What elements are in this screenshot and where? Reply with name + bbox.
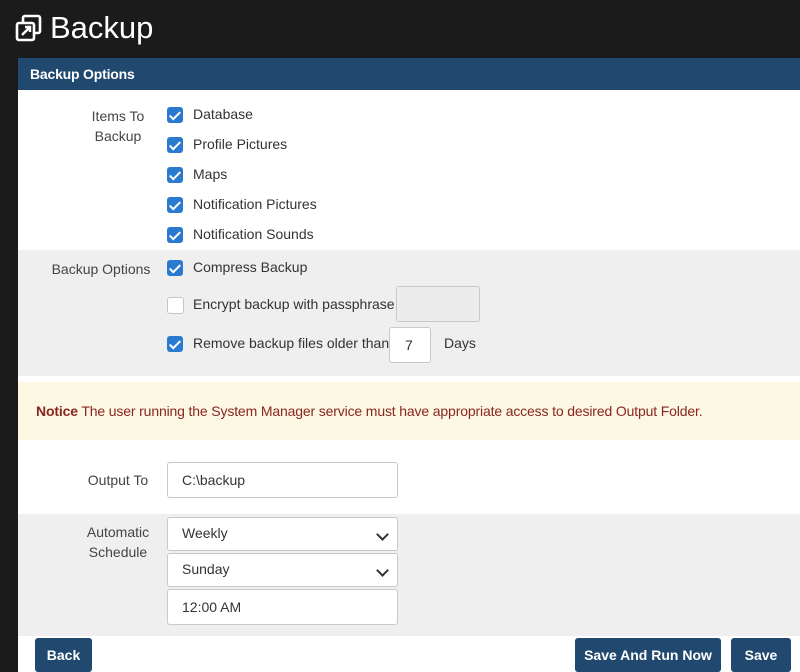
notification-pictures-checkbox[interactable] — [167, 197, 183, 213]
day-value: Sunday — [182, 561, 230, 577]
encrypt-backup-checkbox[interactable] — [167, 297, 184, 314]
database-label[interactable]: Database — [193, 105, 253, 123]
save-and-run-now-button[interactable]: Save And Run Now — [575, 638, 721, 672]
notice-banner: Notice The user running the System Manag… — [18, 382, 800, 440]
notification-sounds-checkbox[interactable] — [167, 227, 183, 243]
backup-options-section: Backup Options Compress Backup Encrypt b… — [18, 250, 800, 376]
notification-sounds-label[interactable]: Notification Sounds — [193, 225, 314, 243]
compress-backup-label[interactable]: Compress Backup — [193, 258, 307, 276]
days-unit-label: Days — [444, 335, 476, 351]
profile-pictures-label[interactable]: Profile Pictures — [193, 135, 287, 153]
back-button[interactable]: Back — [35, 638, 92, 672]
remove-old-files-checkbox[interactable] — [167, 336, 183, 352]
save-button[interactable]: Save — [731, 638, 791, 672]
schedule-section: Automatic Schedule Weekly Sunday 12:00 A… — [18, 514, 800, 636]
notice-message: The user running the System Manager serv… — [77, 403, 703, 419]
chevron-down-icon — [376, 564, 389, 577]
page-title: Backup — [14, 8, 153, 48]
notice-prefix: Notice — [36, 403, 78, 419]
database-checkbox[interactable] — [167, 107, 183, 123]
output-section: Output To C:\backup — [18, 448, 800, 514]
notice-text: Notice The user running the System Manag… — [36, 402, 703, 420]
panel-header: Backup Options — [18, 58, 800, 90]
items-label: Items To Backup — [91, 108, 145, 144]
app-title: Backup — [50, 10, 154, 45]
encrypt-backup-label[interactable]: Encrypt backup with passphrase — [193, 295, 395, 313]
items-to-backup-section: Items To Backup Database Profile Picture… — [18, 90, 800, 250]
frequency-value: Weekly — [182, 525, 228, 541]
days-input[interactable]: 7 — [389, 327, 431, 363]
remove-old-files-label[interactable]: Remove backup files older than — [193, 334, 389, 352]
top-bar: Backup — [0, 0, 800, 58]
notification-pictures-label[interactable]: Notification Pictures — [193, 195, 317, 213]
schedule-label: Automatic Schedule — [86, 524, 150, 560]
compress-backup-checkbox[interactable] — [167, 260, 183, 276]
output-label: Output To — [87, 472, 149, 488]
profile-pictures-checkbox[interactable] — [167, 137, 183, 153]
maps-checkbox[interactable] — [167, 167, 183, 183]
backup-icon — [15, 14, 42, 42]
output-folder-input[interactable]: C:\backup — [167, 462, 398, 498]
maps-label[interactable]: Maps — [193, 165, 227, 183]
backup-panel: Backup Options Items To Backup Database … — [18, 58, 800, 672]
time-input[interactable]: 12:00 AM — [167, 589, 398, 625]
backup-options-label: Backup Options — [51, 261, 151, 277]
passphrase-input[interactable] — [396, 286, 480, 322]
frequency-select[interactable]: Weekly — [167, 517, 398, 551]
chevron-down-icon — [376, 528, 389, 541]
day-select[interactable]: Sunday — [167, 553, 398, 587]
